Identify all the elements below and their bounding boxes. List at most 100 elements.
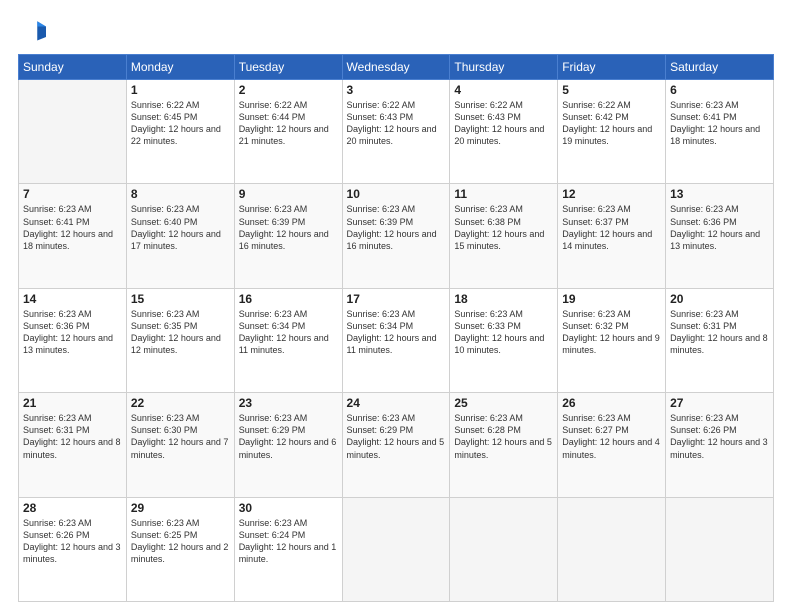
day-info: Sunrise: 6:22 AMSunset: 6:44 PMDaylight:… <box>239 99 338 148</box>
day-info: Sunrise: 6:23 AMSunset: 6:25 PMDaylight:… <box>131 517 230 566</box>
day-number: 17 <box>347 292 446 306</box>
calendar-cell: 1 Sunrise: 6:22 AMSunset: 6:45 PMDaylight… <box>126 80 234 184</box>
day-info: Sunrise: 6:23 AMSunset: 6:27 PMDaylight:… <box>562 412 661 461</box>
logo <box>18 16 50 44</box>
day-info: Sunrise: 6:23 AMSunset: 6:29 PMDaylight:… <box>239 412 338 461</box>
day-number: 21 <box>23 396 122 410</box>
calendar-week-row: 28 Sunrise: 6:23 AMSunset: 6:26 PMDayligh… <box>19 497 774 601</box>
day-number: 12 <box>562 187 661 201</box>
day-info: Sunrise: 6:23 AMSunset: 6:34 PMDaylight:… <box>239 308 338 357</box>
day-info: Sunrise: 6:23 AMSunset: 6:40 PMDaylight:… <box>131 203 230 252</box>
calendar-cell <box>666 497 774 601</box>
day-number: 8 <box>131 187 230 201</box>
day-info: Sunrise: 6:23 AMSunset: 6:31 PMDaylight:… <box>23 412 122 461</box>
day-number: 5 <box>562 83 661 97</box>
calendar-week-row: 7 Sunrise: 6:23 AMSunset: 6:41 PMDaylight… <box>19 184 774 288</box>
day-number: 11 <box>454 187 553 201</box>
day-number: 13 <box>670 187 769 201</box>
calendar-cell: 23 Sunrise: 6:23 AMSunset: 6:29 PMDayligh… <box>234 393 342 497</box>
day-info: Sunrise: 6:23 AMSunset: 6:34 PMDaylight:… <box>347 308 446 357</box>
day-info: Sunrise: 6:23 AMSunset: 6:26 PMDaylight:… <box>23 517 122 566</box>
calendar-day-header: Saturday <box>666 55 774 80</box>
day-number: 22 <box>131 396 230 410</box>
day-info: Sunrise: 6:23 AMSunset: 6:39 PMDaylight:… <box>347 203 446 252</box>
day-number: 7 <box>23 187 122 201</box>
day-info: Sunrise: 6:23 AMSunset: 6:39 PMDaylight:… <box>239 203 338 252</box>
calendar-cell: 11 Sunrise: 6:23 AMSunset: 6:38 PMDayligh… <box>450 184 558 288</box>
day-number: 25 <box>454 396 553 410</box>
day-number: 29 <box>131 501 230 515</box>
day-number: 24 <box>347 396 446 410</box>
calendar-cell: 30Sunrise: 6:23 AMSunset: 6:24 PMDayligh… <box>234 497 342 601</box>
calendar-week-row: 21 Sunrise: 6:23 AMSunset: 6:31 PMDayligh… <box>19 393 774 497</box>
calendar-day-header: Tuesday <box>234 55 342 80</box>
header <box>18 16 774 44</box>
calendar-cell: 2Sunrise: 6:22 AMSunset: 6:44 PMDaylight… <box>234 80 342 184</box>
calendar-cell: 14Sunrise: 6:23 AMSunset: 6:36 PMDayligh… <box>19 288 127 392</box>
calendar-cell: 4 Sunrise: 6:22 AMSunset: 6:43 PMDaylight… <box>450 80 558 184</box>
day-number: 20 <box>670 292 769 306</box>
day-number: 9 <box>239 187 338 201</box>
day-info: Sunrise: 6:23 AMSunset: 6:36 PMDaylight:… <box>670 203 769 252</box>
calendar-cell <box>342 497 450 601</box>
calendar-day-header: Wednesday <box>342 55 450 80</box>
calendar-day-header: Sunday <box>19 55 127 80</box>
day-number: 10 <box>347 187 446 201</box>
day-info: Sunrise: 6:23 AMSunset: 6:36 PMDaylight:… <box>23 308 122 357</box>
day-info: Sunrise: 6:23 AMSunset: 6:32 PMDaylight:… <box>562 308 661 357</box>
day-info: Sunrise: 6:23 AMSunset: 6:28 PMDaylight:… <box>454 412 553 461</box>
calendar-cell: 5Sunrise: 6:22 AMSunset: 6:42 PMDaylight… <box>558 80 666 184</box>
day-info: Sunrise: 6:23 AMSunset: 6:35 PMDaylight:… <box>131 308 230 357</box>
calendar-cell: 27Sunrise: 6:23 AMSunset: 6:26 PMDayligh… <box>666 393 774 497</box>
day-info: Sunrise: 6:23 AMSunset: 6:41 PMDaylight:… <box>670 99 769 148</box>
day-number: 18 <box>454 292 553 306</box>
calendar-day-header: Monday <box>126 55 234 80</box>
day-number: 4 <box>454 83 553 97</box>
day-number: 3 <box>347 83 446 97</box>
calendar-cell: 20 Sunrise: 6:23 AMSunset: 6:31 PMDayligh… <box>666 288 774 392</box>
calendar-week-row: 14Sunrise: 6:23 AMSunset: 6:36 PMDayligh… <box>19 288 774 392</box>
day-number: 26 <box>562 396 661 410</box>
calendar-cell: 17 Sunrise: 6:23 AMSunset: 6:34 PMDayligh… <box>342 288 450 392</box>
calendar-cell: 6 Sunrise: 6:23 AMSunset: 6:41 PMDaylight… <box>666 80 774 184</box>
calendar-cell: 26 Sunrise: 6:23 AMSunset: 6:27 PMDayligh… <box>558 393 666 497</box>
calendar-cell <box>450 497 558 601</box>
calendar-cell: 19 Sunrise: 6:23 AMSunset: 6:32 PMDayligh… <box>558 288 666 392</box>
day-number: 19 <box>562 292 661 306</box>
day-info: Sunrise: 6:23 AMSunset: 6:24 PMDaylight:… <box>239 517 338 566</box>
calendar-cell: 7 Sunrise: 6:23 AMSunset: 6:41 PMDaylight… <box>19 184 127 288</box>
day-number: 16 <box>239 292 338 306</box>
day-info: Sunrise: 6:22 AMSunset: 6:43 PMDaylight:… <box>454 99 553 148</box>
logo-icon <box>18 16 46 44</box>
day-number: 23 <box>239 396 338 410</box>
day-info: Sunrise: 6:23 AMSunset: 6:38 PMDaylight:… <box>454 203 553 252</box>
day-number: 6 <box>670 83 769 97</box>
day-number: 28 <box>23 501 122 515</box>
calendar-cell: 25 Sunrise: 6:23 AMSunset: 6:28 PMDayligh… <box>450 393 558 497</box>
day-info: Sunrise: 6:22 AMSunset: 6:45 PMDaylight:… <box>131 99 230 148</box>
calendar-table: SundayMondayTuesdayWednesdayThursdayFrid… <box>18 54 774 602</box>
calendar-cell: 28 Sunrise: 6:23 AMSunset: 6:26 PMDayligh… <box>19 497 127 601</box>
day-info: Sunrise: 6:23 AMSunset: 6:41 PMDaylight:… <box>23 203 122 252</box>
calendar-cell: 24 Sunrise: 6:23 AMSunset: 6:29 PMDayligh… <box>342 393 450 497</box>
calendar-cell: 3Sunrise: 6:22 AMSunset: 6:43 PMDaylight… <box>342 80 450 184</box>
day-info: Sunrise: 6:23 AMSunset: 6:26 PMDaylight:… <box>670 412 769 461</box>
calendar-cell: 22 Sunrise: 6:23 AMSunset: 6:30 PMDayligh… <box>126 393 234 497</box>
day-info: Sunrise: 6:23 AMSunset: 6:31 PMDaylight:… <box>670 308 769 357</box>
calendar-cell: 13 Sunrise: 6:23 AMSunset: 6:36 PMDayligh… <box>666 184 774 288</box>
day-info: Sunrise: 6:23 AMSunset: 6:37 PMDaylight:… <box>562 203 661 252</box>
calendar-cell: 29 Sunrise: 6:23 AMSunset: 6:25 PMDayligh… <box>126 497 234 601</box>
calendar-cell: 9 Sunrise: 6:23 AMSunset: 6:39 PMDaylight… <box>234 184 342 288</box>
day-info: Sunrise: 6:23 AMSunset: 6:33 PMDaylight:… <box>454 308 553 357</box>
day-number: 1 <box>131 83 230 97</box>
calendar-cell: 16 Sunrise: 6:23 AMSunset: 6:34 PMDayligh… <box>234 288 342 392</box>
calendar-cell <box>19 80 127 184</box>
calendar-cell: 15 Sunrise: 6:23 AMSunset: 6:35 PMDayligh… <box>126 288 234 392</box>
calendar-cell: 18 Sunrise: 6:23 AMSunset: 6:33 PMDayligh… <box>450 288 558 392</box>
day-info: Sunrise: 6:23 AMSunset: 6:30 PMDaylight:… <box>131 412 230 461</box>
day-info: Sunrise: 6:23 AMSunset: 6:29 PMDaylight:… <box>347 412 446 461</box>
day-number: 15 <box>131 292 230 306</box>
page: SundayMondayTuesdayWednesdayThursdayFrid… <box>0 0 792 612</box>
calendar-day-header: Thursday <box>450 55 558 80</box>
calendar-week-row: 1 Sunrise: 6:22 AMSunset: 6:45 PMDaylight… <box>19 80 774 184</box>
